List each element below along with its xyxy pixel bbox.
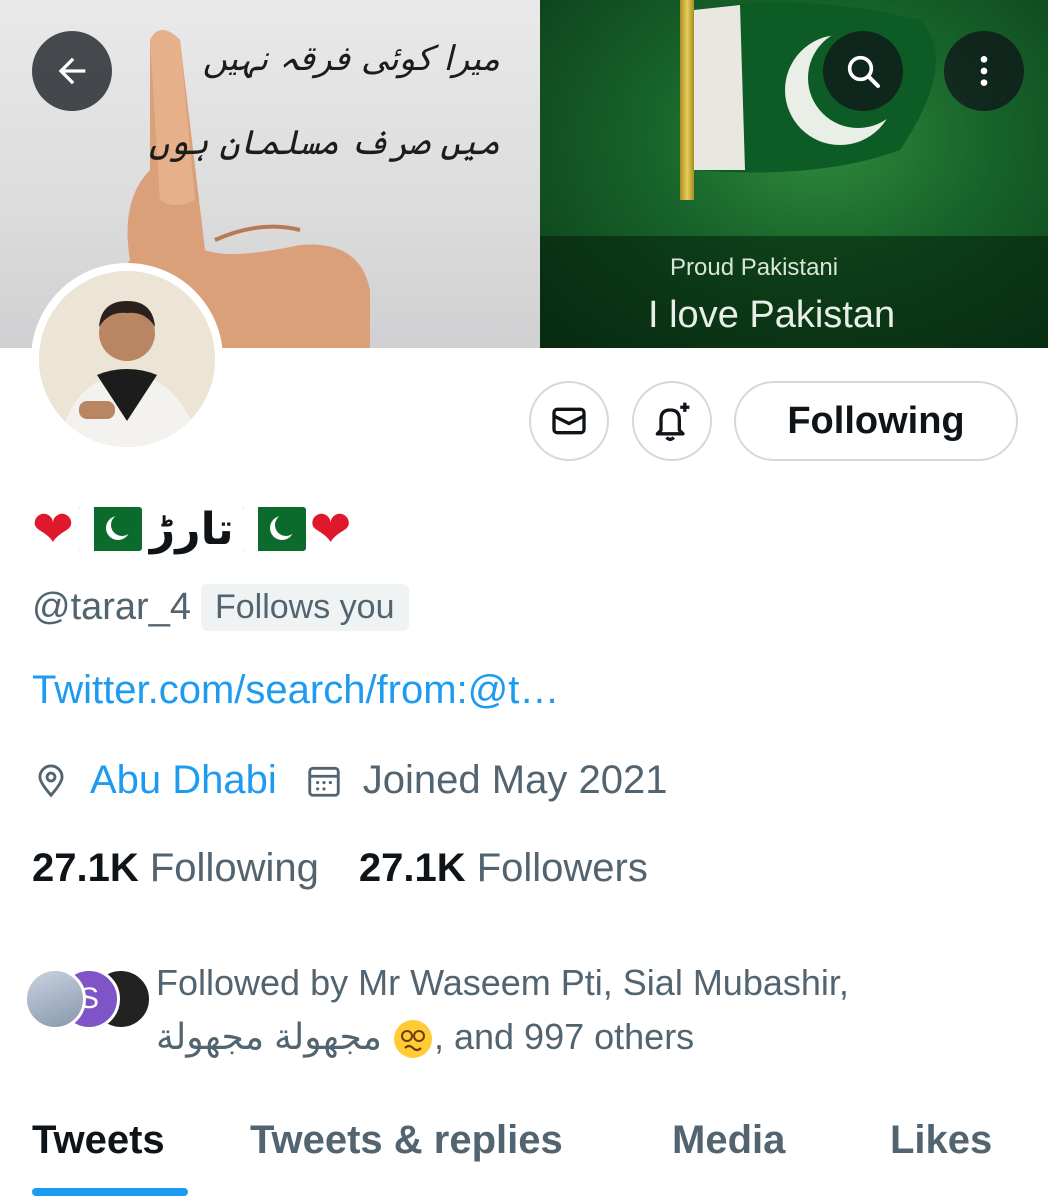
- following-count-label: Following: [149, 846, 319, 890]
- location-pin-icon: [38, 764, 64, 797]
- followed-by-line2: مجهولة مجهولة , and 997 others: [156, 1010, 1026, 1064]
- tab-media[interactable]: Media: [672, 1118, 785, 1163]
- notifications-button[interactable]: [632, 381, 712, 461]
- active-tab-indicator: [32, 1188, 188, 1196]
- profile-meta: Abu Dhabi Joined May 2021: [32, 758, 667, 803]
- arrow-left-icon: [58, 57, 86, 85]
- tab-likes[interactable]: Likes: [890, 1118, 992, 1163]
- back-button[interactable]: [32, 31, 112, 111]
- pakistan-flag-icon: [241, 507, 306, 551]
- pakistan-flag-icon: [77, 507, 142, 551]
- banner-urdu-line2: میں صرف مسلمان ہوں: [148, 123, 500, 163]
- search-icon: [847, 55, 880, 88]
- profile-tabs: Tweets Tweets & replies Media Likes: [0, 1110, 1048, 1200]
- banner-urdu-line1: میرا کوئی فرقہ نہیں: [202, 39, 500, 79]
- followed-by-text[interactable]: Followed by Mr Waseem Pti, Sial Mubashir…: [156, 956, 1026, 1064]
- search-button[interactable]: [823, 31, 903, 111]
- following-count-value: 27.1K: [32, 846, 139, 890]
- followers-count-label: Followers: [476, 846, 648, 890]
- red-heart-icon: ❤: [309, 500, 352, 558]
- banner-caption-small: Proud Pakistani: [670, 254, 839, 281]
- display-name-text: تارڑ: [149, 503, 234, 555]
- profile-avatar[interactable]: [31, 263, 223, 455]
- banner-caption-large: I love Pakistan: [648, 294, 896, 336]
- followed-by-arabic-name: مجهولة مجهولة: [156, 1016, 382, 1057]
- display-name: ❤ تارڑ ❤: [32, 494, 352, 564]
- location-text[interactable]: Abu Dhabi: [90, 758, 277, 803]
- tab-tweets-and-replies[interactable]: Tweets & replies: [250, 1118, 563, 1163]
- bell-plus-icon: [655, 402, 690, 441]
- envelope-icon: [552, 407, 586, 435]
- follow-counts: 27.1K Following 27.1K Followers: [32, 846, 688, 891]
- avatar-person-illustration: [39, 271, 215, 447]
- user-handle: @tarar_4: [32, 586, 191, 628]
- calendar-icon: [308, 766, 340, 797]
- red-heart-icon: ❤: [32, 500, 74, 558]
- tab-tweets[interactable]: Tweets: [32, 1118, 165, 1163]
- woozy-face-emoji-icon: [393, 1020, 432, 1059]
- followed-by-avatars[interactable]: S: [24, 968, 154, 1032]
- avatar: [24, 968, 86, 1030]
- avatar-photo: [39, 271, 215, 447]
- joined-date: Joined May 2021: [362, 758, 668, 802]
- follows-you-badge: Follows you: [200, 584, 409, 631]
- followers-count-value: 27.1K: [358, 846, 466, 890]
- more-vertical-icon: [980, 56, 988, 86]
- following-count[interactable]: 27.1K Following: [32, 846, 319, 891]
- handle-row: @tarar_4 Follows you: [32, 584, 409, 631]
- profile-link[interactable]: Twitter.com/search/from:@t…: [32, 668, 559, 713]
- more-options-button[interactable]: [944, 31, 1024, 111]
- message-button[interactable]: [529, 381, 609, 461]
- following-button[interactable]: Following: [734, 381, 1018, 461]
- followed-by-suffix: , and 997 others: [433, 1016, 695, 1057]
- followed-by-line1: Followed by Mr Waseem Pti, Sial Mubashir…: [156, 962, 849, 1003]
- followers-count[interactable]: 27.1K Followers: [359, 846, 648, 891]
